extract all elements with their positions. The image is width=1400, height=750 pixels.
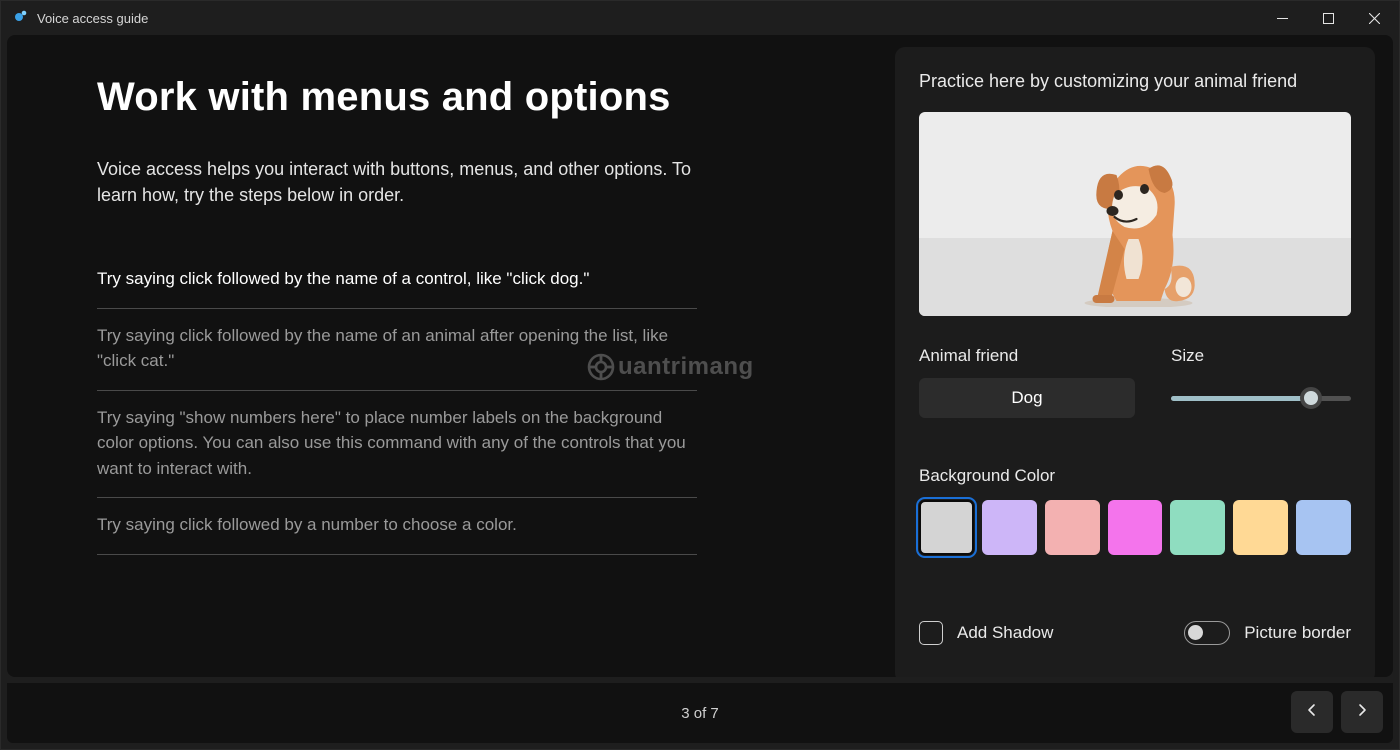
page-heading: Work with menus and options — [97, 75, 869, 120]
window-title: Voice access guide — [37, 11, 148, 26]
practice-panel: Practice here by customizing your animal… — [895, 47, 1375, 677]
controls-row-1: Animal friend Dog Size — [919, 346, 1351, 418]
color-swatch-2[interactable] — [982, 500, 1037, 555]
app-window: Voice access guide Work with menus and o… — [0, 0, 1400, 750]
add-shadow-label: Add Shadow — [957, 623, 1053, 643]
app-icon — [13, 8, 29, 29]
color-swatches — [919, 500, 1351, 555]
dog-illustration — [1053, 139, 1203, 312]
prev-button[interactable] — [1291, 691, 1333, 733]
add-shadow-checkbox[interactable] — [919, 621, 943, 645]
instructions-pane: Work with menus and options Voice access… — [19, 47, 881, 665]
slider-thumb[interactable] — [1300, 387, 1322, 409]
slider-fill — [1171, 396, 1311, 401]
step-item: Try saying "show numbers here" to place … — [97, 391, 697, 499]
animal-canvas — [919, 112, 1351, 316]
next-button[interactable] — [1341, 691, 1383, 733]
size-slider[interactable] — [1171, 388, 1351, 408]
nav-buttons — [1291, 691, 1383, 733]
picture-border-label: Picture border — [1244, 623, 1351, 643]
add-shadow-control: Add Shadow — [919, 621, 1053, 645]
practice-title: Practice here by customizing your animal… — [919, 71, 1351, 92]
step-item: Try saying click followed by a number to… — [97, 498, 697, 555]
maximize-button[interactable] — [1305, 1, 1351, 35]
page-indicator: 3 of 7 — [681, 705, 719, 722]
picture-border-control: Picture border — [1184, 621, 1351, 645]
step-item: Try saying click followed by the name of… — [97, 252, 697, 309]
color-swatch-3[interactable] — [1045, 500, 1100, 555]
animal-friend-label: Animal friend — [919, 346, 1135, 366]
minimize-button[interactable] — [1259, 1, 1305, 35]
color-swatch-7[interactable] — [1296, 500, 1351, 555]
step-item: Try saying click followed by the name of… — [97, 309, 697, 391]
bg-color-label: Background Color — [919, 466, 1351, 486]
steps-list: Try saying click followed by the name of… — [97, 252, 697, 555]
toggle-knob — [1188, 625, 1203, 640]
bg-color-group: Background Color — [919, 466, 1351, 555]
animal-select-value: Dog — [1011, 388, 1042, 408]
animal-select[interactable]: Dog — [919, 378, 1135, 418]
color-swatch-1[interactable] — [919, 500, 974, 555]
content-area: Work with menus and options Voice access… — [7, 35, 1393, 677]
footer: 3 of 7 — [7, 683, 1393, 743]
titlebar: Voice access guide — [1, 1, 1399, 35]
animal-friend-group: Animal friend Dog — [919, 346, 1135, 418]
titlebar-left: Voice access guide — [13, 8, 148, 29]
size-group: Size — [1171, 346, 1351, 418]
close-button[interactable] — [1351, 1, 1397, 35]
color-swatch-5[interactable] — [1170, 500, 1225, 555]
practice-pane: Practice here by customizing your animal… — [895, 47, 1381, 665]
color-swatch-4[interactable] — [1108, 500, 1163, 555]
picture-border-toggle[interactable] — [1184, 621, 1230, 645]
chevron-left-icon — [1305, 703, 1319, 722]
color-swatch-6[interactable] — [1233, 500, 1288, 555]
intro-text: Voice access helps you interact with but… — [97, 156, 697, 208]
size-label: Size — [1171, 346, 1351, 366]
window-controls — [1259, 1, 1397, 35]
bottom-controls: Add Shadow Picture border — [919, 621, 1351, 645]
chevron-right-icon — [1355, 703, 1369, 722]
